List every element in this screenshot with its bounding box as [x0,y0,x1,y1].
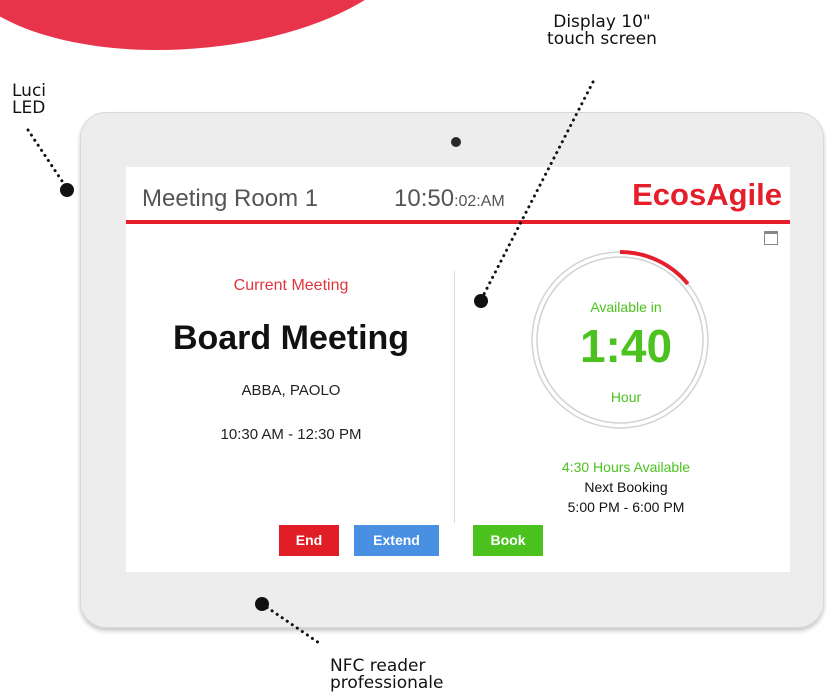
led-marker-dot [60,183,74,197]
nfc-marker-dot [255,597,269,611]
leader-nfc [260,602,324,647]
leader-led [26,128,66,186]
display-marker-dot [474,294,488,308]
leader-display [480,80,595,300]
callout-leaders [26,80,595,647]
